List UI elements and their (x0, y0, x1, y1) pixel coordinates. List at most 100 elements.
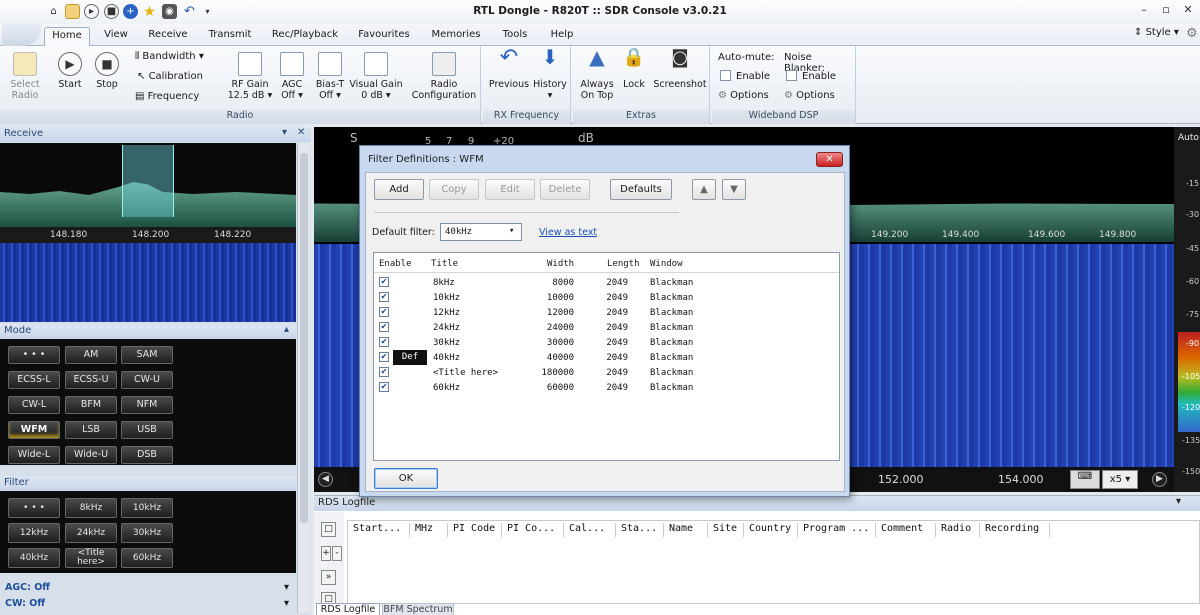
tab-transmit[interactable]: Transmit (200, 27, 260, 46)
mode-button-cw-u[interactable]: CW-U (121, 371, 173, 389)
filter-button-8khz[interactable]: 8kHz (65, 498, 117, 518)
rf-gain-button[interactable]: RF Gain 12.5 dB ▾ (226, 52, 274, 101)
rds-col-radio[interactable]: Radio (936, 523, 980, 537)
mode-button-am[interactable]: AM (65, 346, 117, 364)
move-up-button[interactable]: ▲ (692, 179, 716, 200)
star-icon[interactable]: ★ (142, 4, 157, 20)
undo-icon[interactable]: ↶ (182, 4, 197, 19)
mode-button-cw-l[interactable]: CW-L (8, 396, 60, 414)
rds-col-cal[interactable]: Cal... (564, 523, 616, 537)
tab-bfm-spectrum[interactable]: BFM Spectrum (382, 603, 454, 615)
enable-checkbox[interactable]: ✔ (379, 292, 389, 302)
mode-button-ecss-l[interactable]: ECSS-L (8, 371, 60, 389)
filter-button-title-here[interactable]: <Title here> (65, 548, 117, 568)
delete-button[interactable]: Delete (540, 179, 590, 200)
gear-icon[interactable]: ⚙ (1186, 26, 1198, 41)
folder-icon[interactable] (65, 4, 80, 19)
rds-col-recording[interactable]: Recording (980, 523, 1050, 537)
calibration-button[interactable]: ↖ Calibration (137, 71, 203, 82)
scroll-left-button[interactable]: ◀ (318, 472, 333, 487)
rds-col-pi-co[interactable]: PI Co... (502, 523, 564, 537)
scroll-right-button[interactable]: ▶ (1152, 472, 1167, 487)
customize-toolbar-icon[interactable]: ▾ (200, 4, 215, 19)
dropdown-icon[interactable]: ▾ (284, 598, 289, 609)
plus-icon[interactable]: + (123, 4, 138, 19)
enable-checkbox[interactable]: ✔ (379, 352, 389, 362)
tab-view[interactable]: View (96, 27, 136, 46)
mode-button-wide-l[interactable]: Wide-L (8, 446, 60, 464)
close-icon[interactable]: ✕ (297, 127, 305, 138)
camera-icon[interactable]: ◉ (162, 4, 177, 19)
filter-button-30khz[interactable]: 30kHz (121, 523, 173, 543)
col-length[interactable]: Length (607, 259, 640, 269)
zoom-select[interactable]: x5 ▾ (1102, 470, 1138, 489)
frequency-button[interactable]: ▤ Frequency (135, 91, 199, 102)
col-title[interactable]: Title (431, 259, 458, 269)
rds-col-sta[interactable]: Sta... (616, 523, 664, 537)
filter-button-12khz[interactable]: 12kHz (8, 523, 60, 543)
filter-button-40khz[interactable]: 40kHz (8, 548, 60, 568)
keyboard-icon[interactable]: ⌨ (1070, 470, 1100, 489)
style-menu[interactable]: ⇕ Style ▾ (1134, 27, 1179, 38)
select-radio-button[interactable]: Select Radio (6, 52, 44, 101)
tab-rec-playback[interactable]: Rec/Playback (268, 27, 342, 46)
bandwidth-button[interactable]: ⫴ Bandwidth ▾ (135, 51, 204, 62)
default-filter-select[interactable]: 40kHz ▾ (440, 223, 522, 241)
col-window[interactable]: Window (650, 259, 683, 269)
rds-col-site[interactable]: Site (708, 523, 744, 537)
filter-button-10khz[interactable]: 10kHz (121, 498, 173, 518)
enable-checkbox[interactable]: ✔ (379, 382, 389, 392)
filter-passband[interactable] (122, 145, 174, 217)
receive-spectrum[interactable] (0, 143, 296, 227)
col-width[interactable]: Width (547, 259, 574, 269)
cw-status[interactable]: CW: Off (5, 598, 45, 609)
start-button[interactable]: ▶ Start (52, 52, 88, 90)
rds-col-name[interactable]: Name (664, 523, 708, 537)
enable-checkbox[interactable]: ✔ (379, 307, 389, 317)
visual-gain-button[interactable]: Visual Gain 0 dB ▾ (348, 52, 404, 101)
always-on-top-button[interactable]: ▲ Always On Top (577, 47, 617, 101)
dialog-close-button[interactable]: ✕ (816, 152, 843, 167)
mode-button-wfm[interactable]: WFM (8, 421, 60, 439)
noise-blanker-enable-checkbox[interactable]: Enable (786, 70, 836, 82)
app-menu-button[interactable] (2, 24, 42, 46)
mode-button-more[interactable]: • • • (8, 346, 60, 364)
filter-row[interactable]: ✔ 10kHz 10000 2049 Blackman (374, 290, 839, 305)
screenshot-button[interactable]: ◙ Screenshot (651, 49, 709, 91)
stop-button[interactable]: ■ Stop (90, 52, 124, 90)
rds-col-program[interactable]: Program ... (798, 523, 876, 537)
close-window-button[interactable]: ✕ (1180, 3, 1196, 19)
filter-row[interactable]: ✔ 30kHz 30000 2049 Blackman (374, 335, 839, 350)
filter-button-60khz[interactable]: 60kHz (121, 548, 173, 568)
fast-forward-icon[interactable]: » (321, 570, 336, 585)
ok-button[interactable]: OK (374, 468, 438, 489)
tab-receive[interactable]: Receive (142, 27, 194, 46)
copy-button[interactable]: Copy (429, 179, 479, 200)
play-icon[interactable]: ▸ (84, 4, 99, 19)
rds-col-mhz[interactable]: MHz (410, 523, 448, 537)
auto-mute-options-button[interactable]: ⚙ Options (718, 90, 769, 101)
noise-blanker-options-button[interactable]: ⚙ Options (784, 90, 835, 101)
rds-col-country[interactable]: Country (744, 523, 798, 537)
mode-button-wide-u[interactable]: Wide-U (65, 446, 117, 464)
enable-checkbox[interactable]: ✔ (379, 277, 389, 287)
clear-log-button[interactable]: □ (321, 522, 336, 537)
mode-button-sam[interactable]: SAM (121, 346, 173, 364)
tab-home[interactable]: Home (44, 27, 90, 46)
dropdown-icon[interactable]: ▾ (284, 582, 289, 593)
enable-checkbox[interactable]: ✔ (379, 322, 389, 332)
stop-icon[interactable]: ■ (104, 4, 119, 19)
move-down-button[interactable]: ▼ (722, 179, 746, 200)
rds-col-comment[interactable]: Comment (876, 523, 936, 537)
mode-button-bfm[interactable]: BFM (65, 396, 117, 414)
home-icon[interactable]: ⌂ (46, 4, 61, 19)
enable-checkbox[interactable]: ✔ (379, 367, 389, 377)
collapse-icon[interactable]: ▴ (284, 324, 289, 335)
dropdown-icon[interactable]: ▾ (1176, 496, 1181, 507)
bias-t-button[interactable]: Bias-T Off ▾ (312, 52, 348, 101)
rds-col-start[interactable]: Start... (348, 523, 410, 537)
filter-row[interactable]: ✔ <Title here> 180000 2049 Blackman (374, 365, 839, 380)
maximize-button[interactable]: ▫ (1158, 3, 1174, 19)
view-as-text-link[interactable]: View as text (539, 227, 597, 238)
filter-row[interactable]: ✔ 8kHz 8000 2049 Blackman (374, 275, 839, 290)
